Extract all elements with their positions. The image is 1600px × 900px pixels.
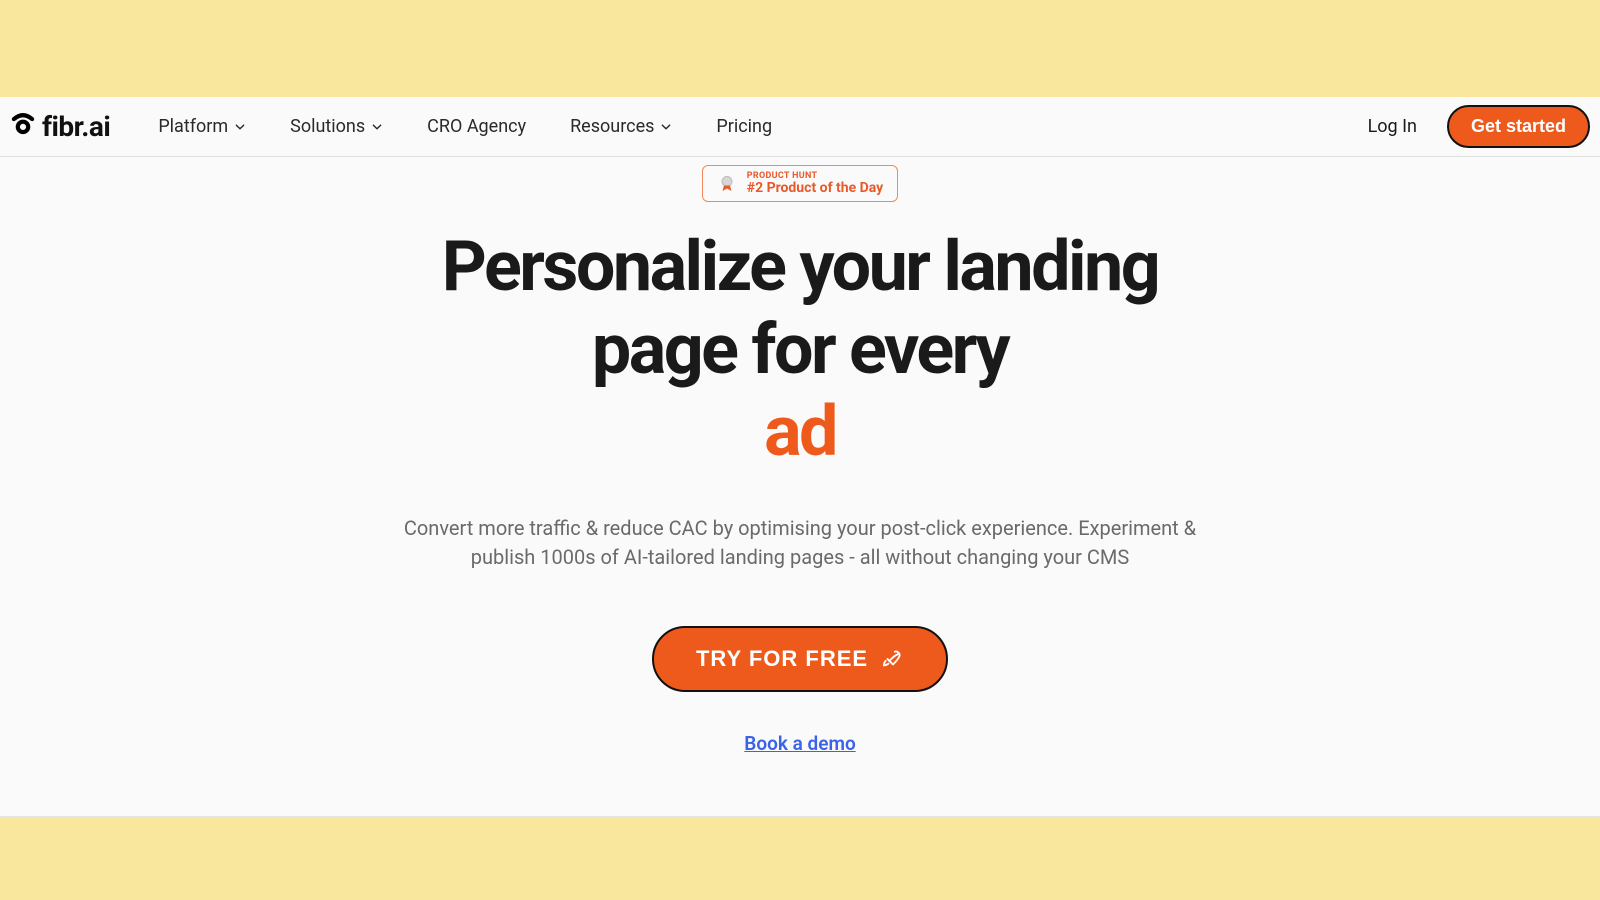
try-for-free-button[interactable]: TRY FOR FREE: [652, 626, 948, 692]
top-nav: fibr.ai Platform Solutions CRO Agency: [0, 97, 1600, 157]
product-hunt-rank: #2 Product of the Day: [747, 181, 883, 195]
book-demo-link[interactable]: Book a demo: [744, 732, 855, 755]
nav-item-label: CRO Agency: [427, 116, 526, 137]
hero-headline: Personalize your landing page for every …: [442, 226, 1158, 474]
product-hunt-badge[interactable]: PRODUCT HUNT #2 Product of the Day: [702, 165, 898, 202]
nav-item-label: Solutions: [290, 116, 365, 137]
nav-item-cro-agency[interactable]: CRO Agency: [427, 116, 526, 137]
product-hunt-text: PRODUCT HUNT #2 Product of the Day: [747, 172, 883, 195]
page: fibr.ai Platform Solutions CRO Agency: [0, 97, 1600, 817]
hero-subtext: Convert more traffic & reduce CAC by opt…: [385, 514, 1215, 572]
nav-right: Log In Get started: [1368, 105, 1590, 148]
cta-label: TRY FOR FREE: [696, 646, 868, 672]
hero-headline-accent: ad: [764, 391, 836, 473]
rocket-icon: [882, 648, 904, 670]
chevron-down-icon: [371, 121, 383, 133]
hero-headline-line2: page for every: [592, 309, 1008, 391]
nav-item-label: Resources: [570, 116, 654, 137]
nav-item-platform[interactable]: Platform: [158, 116, 246, 137]
nav-items: Platform Solutions CRO Agency Resources: [158, 116, 772, 137]
get-started-button[interactable]: Get started: [1447, 105, 1590, 148]
nav-item-label: Pricing: [716, 116, 772, 137]
brand-logo[interactable]: fibr.ai: [10, 110, 110, 143]
login-link[interactable]: Log In: [1368, 116, 1417, 137]
nav-item-label: Platform: [158, 116, 228, 137]
brand-icon: [10, 110, 36, 143]
chevron-down-icon: [660, 121, 672, 133]
outer-frame: fibr.ai Platform Solutions CRO Agency: [0, 0, 1600, 900]
chevron-down-icon: [234, 121, 246, 133]
medal-icon: [717, 174, 737, 194]
nav-item-solutions[interactable]: Solutions: [290, 116, 383, 137]
nav-item-resources[interactable]: Resources: [570, 116, 672, 137]
brand-name: fibr.ai: [42, 110, 110, 143]
hero-section: PRODUCT HUNT #2 Product of the Day Perso…: [0, 157, 1600, 755]
nav-item-pricing[interactable]: Pricing: [716, 116, 772, 137]
hero-headline-line1: Personalize your landing: [442, 226, 1158, 308]
